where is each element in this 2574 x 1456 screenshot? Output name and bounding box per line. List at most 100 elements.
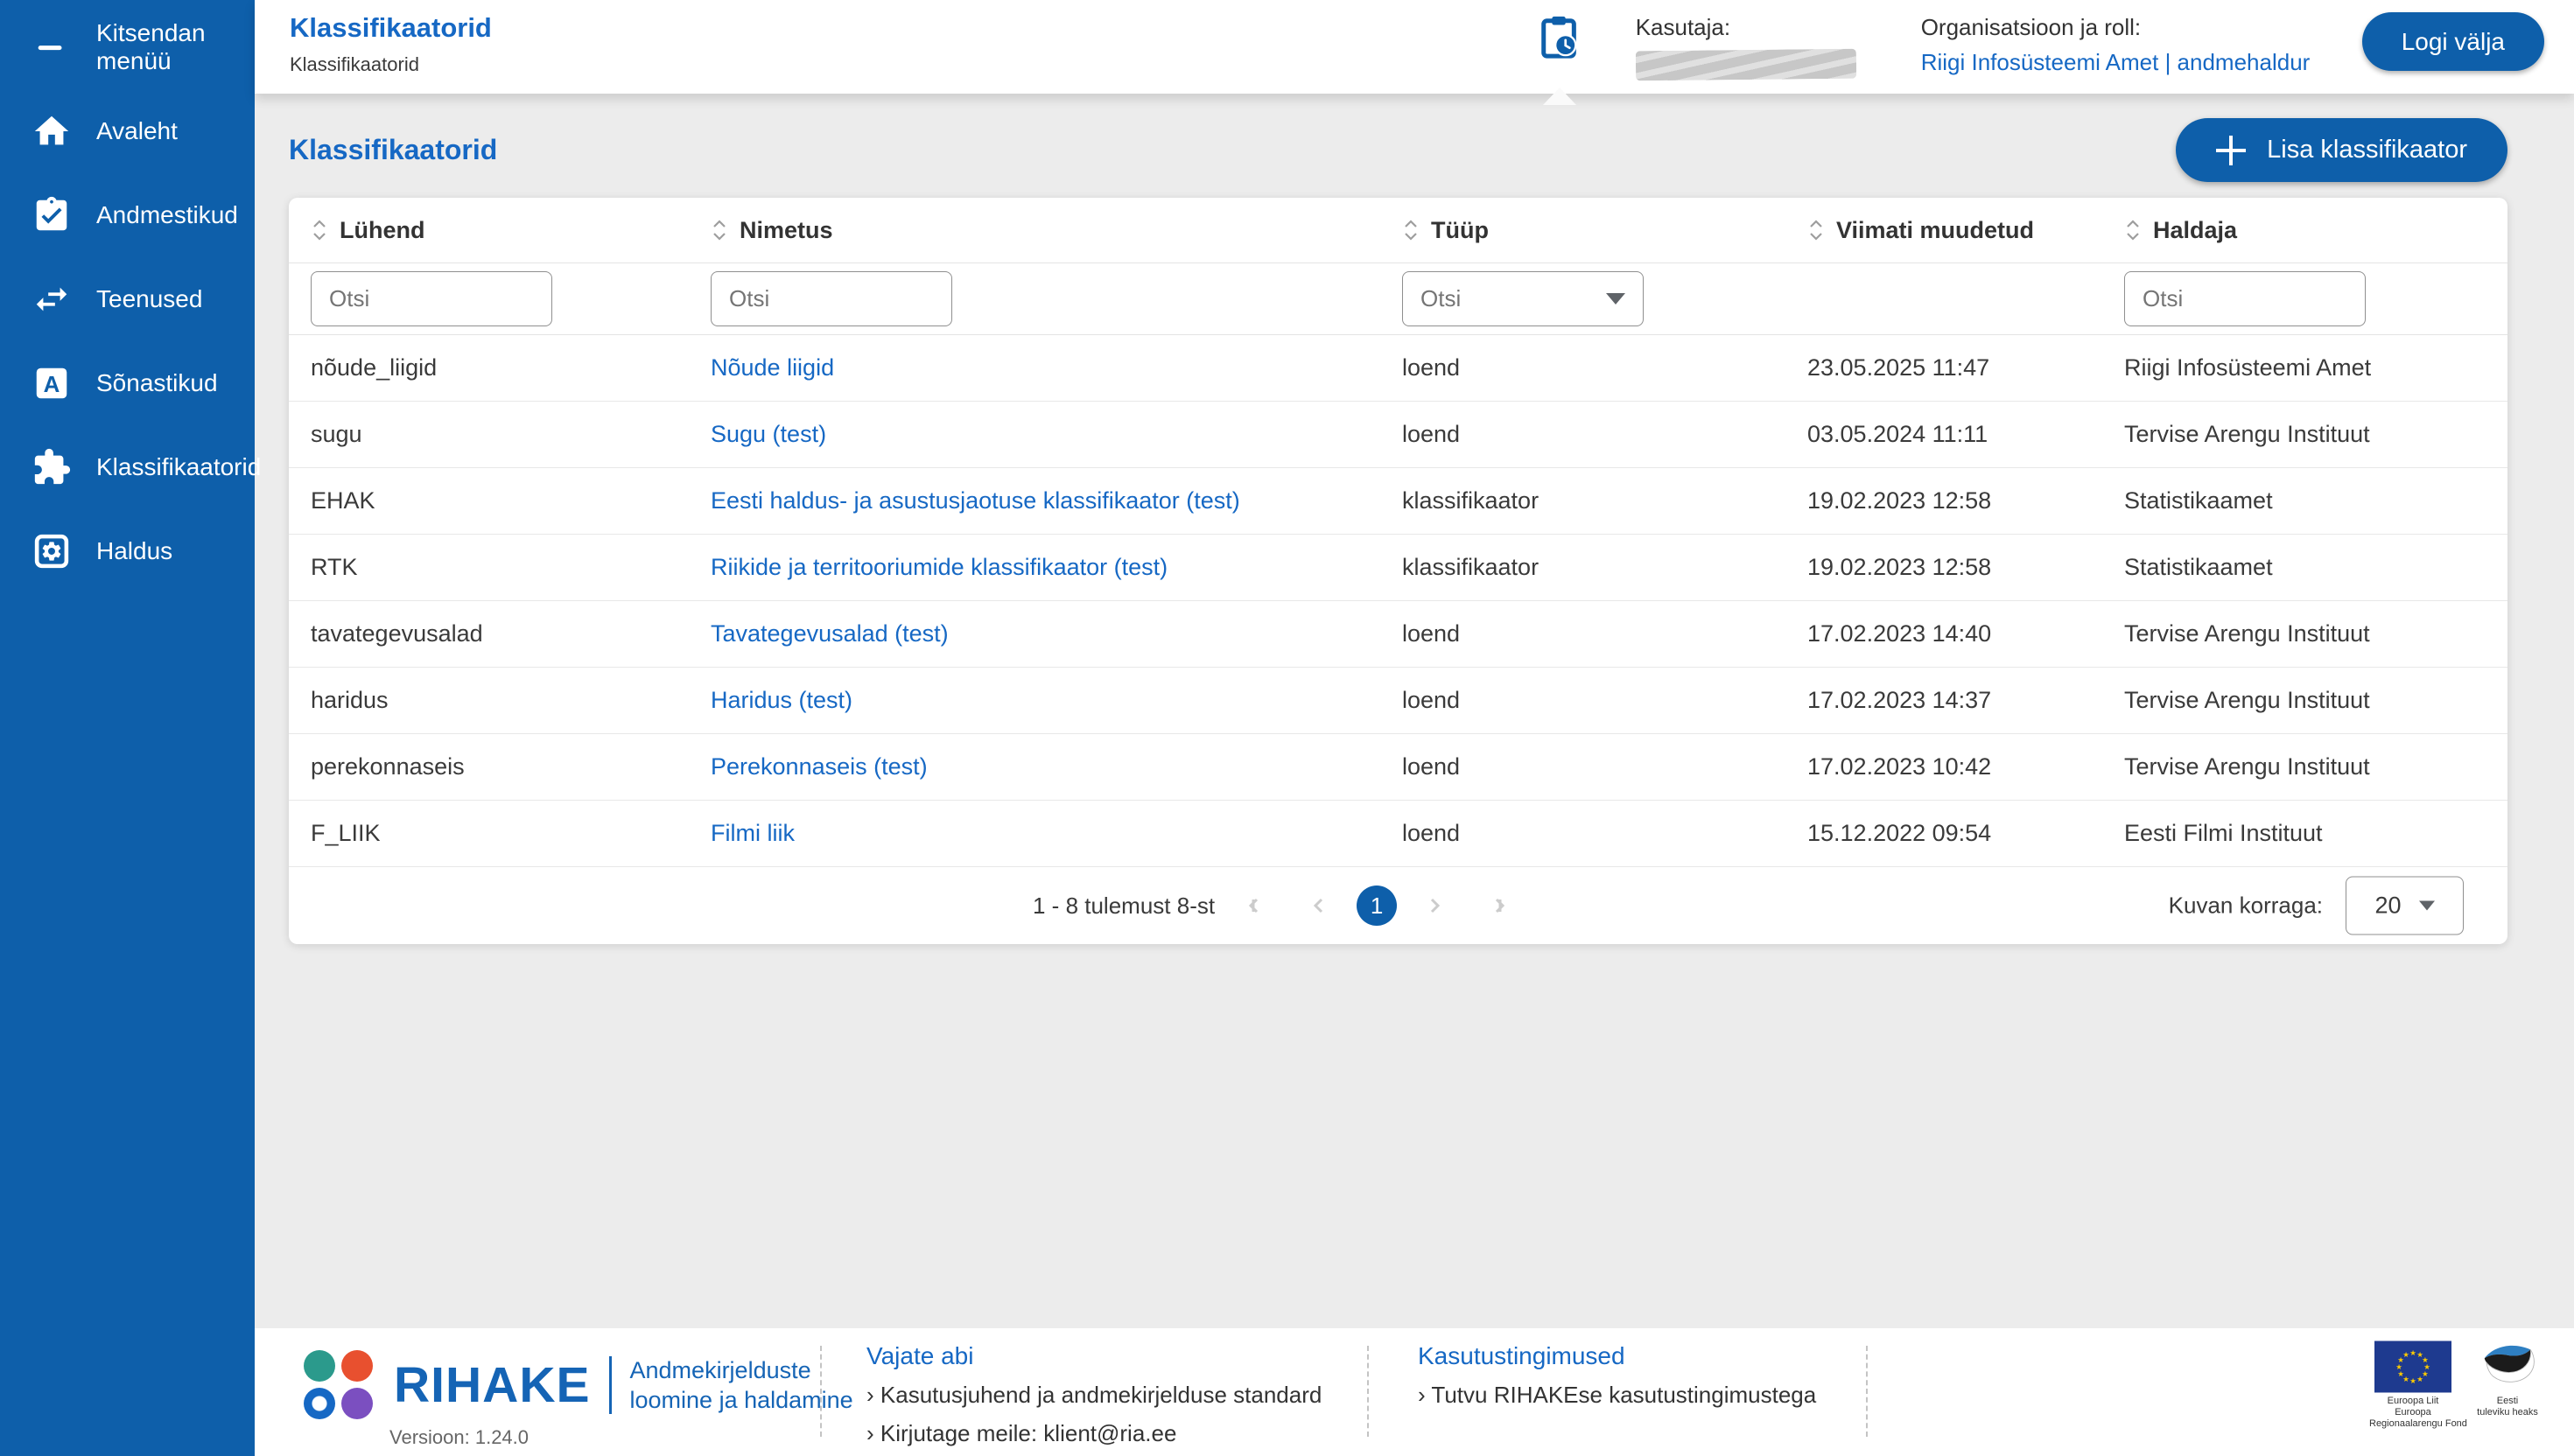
cell-tuup: loend [1402,421,1461,447]
footer-divider [820,1346,822,1437]
cell-muudetud: 03.05.2024 11:11 [1807,421,1988,447]
topbar: Klassifikaatorid Klassifikaatorid Kasuta… [255,0,2574,105]
prev-page-button[interactable] [1304,891,1334,920]
sort-icon [311,218,328,242]
sidebar-item-sonastikud[interactable]: A Sõnastikud [0,341,255,425]
clipboard-check-icon [32,195,72,235]
filter-input-haldaja[interactable] [2124,271,2366,326]
sort-icon [2124,218,2142,242]
classifier-link[interactable]: Eesti haldus- ja asustusjaotuse klassifi… [711,487,1402,514]
footer-help-heading[interactable]: Vajate abi [866,1342,1322,1370]
classifier-link[interactable]: Tavategevusalad (test) [711,620,1402,648]
table-row: tavategevusalad Tavategevusalad (test) l… [289,601,2507,668]
topbar-title-block: Klassifikaatorid Klassifikaatorid [290,12,492,76]
puzzle-icon [32,447,72,487]
per-page-control: Kuvan korraga: 20 [2169,876,2464,935]
classifier-link[interactable]: Riikide ja territooriumide klassifikaato… [711,554,1402,581]
per-page-value: 20 [2374,892,2402,919]
first-page-button[interactable] [1245,891,1274,920]
cell-tuup: loend [1402,820,1461,846]
table-row: EHAK Eesti haldus- ja asustusjaotuse kla… [289,468,2507,535]
cell-luhend: tavategevusalad [311,620,483,647]
sidebar-item-teenused[interactable]: Teenused [0,257,255,341]
sidebar-item-klassifikaatorid[interactable]: Klassifikaatorid [0,425,261,509]
content: Klassifikaatorid Lisa klassifikaator Lüh… [255,94,2574,1328]
sidebar-item-label: Haldus [96,537,173,564]
filter-input-luhend[interactable] [311,271,552,326]
sidebar-item-label: Sõnastikud [96,369,218,396]
sort-icon [711,218,728,242]
svg-text:★: ★ [2416,1375,2423,1383]
org-role-link[interactable]: Riigi Infosüsteemi Amet | andmehaldur [1921,49,2341,76]
column-header-viimati-muudetud[interactable]: Viimati muudetud [1807,217,2124,244]
footer-help-column: Vajate abi Kasutusjuhend ja andmekirjeld… [866,1342,1322,1447]
column-header-tuup[interactable]: Tüüp [1402,217,1807,244]
redacted-username [1635,48,1856,81]
footer-link-manual[interactable]: Kasutusjuhend ja andmekirjelduse standar… [866,1382,1322,1409]
collapse-icon [32,27,72,67]
cell-luhend: perekonnaseis [311,753,465,780]
sidebar-item-haldus[interactable]: Haldus [0,509,255,593]
table-row: sugu Sugu (test) loend 03.05.2024 11:11 … [289,402,2507,468]
eu-caption-line: Euroopa Liit [2387,1396,2439,1406]
column-header-nimetus[interactable]: Nimetus [711,217,1402,244]
footer-terms-heading[interactable]: Kasutustingimused [1418,1342,1816,1370]
rihake-logo: RIHAKE Andmekirjelduste loomine ja halda… [304,1350,853,1419]
add-classifier-button[interactable]: Lisa klassifikaator [2176,118,2507,182]
cell-tuup: loend [1402,687,1461,713]
classifier-link[interactable]: Perekonnaseis (test) [711,753,1402,780]
org-block: Organisatsioon ja roll: Riigi Infosüstee… [1921,14,2341,76]
classifier-link[interactable]: Sugu (test) [711,421,1402,448]
estonia-caption-line: Eesti [2496,1396,2519,1406]
table-footer: 1 - 8 tulemust 8-st 1 Kuvan korraga: 20 [289,867,2507,944]
footer: RIHAKE Andmekirjelduste loomine ja halda… [255,1328,2574,1456]
per-page-select[interactable]: 20 [2346,876,2464,935]
footer-divider [1866,1346,1868,1437]
footer-link-terms[interactable]: Tutvu RIHAKEse kasutustingimustega [1418,1382,1816,1409]
column-header-haldaja[interactable]: Haldaja [2124,217,2486,244]
cell-muudetud: 17.02.2023 14:40 [1807,620,1992,647]
classifier-link[interactable]: Nõude liigid [711,354,1402,382]
svg-text:★: ★ [2409,1348,2416,1357]
estonia-caption-line: tuleviku heaks [2477,1407,2538,1418]
cell-muudetud: 17.02.2023 14:37 [1807,687,1992,713]
last-page-button[interactable] [1479,891,1509,920]
version-text: Versioon: 1.24.0 [389,1426,530,1448]
cell-luhend: nõude_liigid [311,354,438,381]
cell-luhend: haridus [311,687,389,713]
cell-muudetud: 19.02.2023 12:58 [1807,487,1992,514]
classifier-link[interactable]: Filmi liik [711,820,1402,847]
sidebar-item-label: Avaleht [96,117,178,144]
estonia-logo: Eesti tuleviku heaks [2459,1339,2556,1418]
table-row: haridus Haridus (test) loend 17.02.2023 … [289,668,2507,734]
sidebar-item-avaleht[interactable]: Avaleht [0,89,255,173]
eu-flag-logo: ★ ★ ★ ★ ★ ★ ★ ★ ★ ★ ★ ★ Euroopa Liit Eur… [2369,1340,2467,1430]
main-area: Klassifikaatorid Klassifikaatorid Kasuta… [255,0,2574,1456]
table-row: RTK Riikide ja territooriumide klassifik… [289,535,2507,601]
cell-muudetud: 15.12.2022 09:54 [1807,820,1992,846]
clipboard-clock-icon[interactable] [1538,12,1583,105]
filter-input-nimetus[interactable] [711,271,952,326]
classifier-table-card: Lühend Nimetus Tüüp Viimati muudetud Hal… [289,198,2507,944]
current-page-indicator[interactable]: 1 [1357,886,1398,926]
table-filter-row: Otsi [289,263,2507,335]
page-title: Klassifikaatorid [289,134,498,165]
home-icon [32,111,72,151]
org-label: Organisatsioon ja roll: [1920,14,2142,40]
sidebar-item-label: Andmestikud [96,201,238,228]
next-page-button[interactable] [1420,891,1449,920]
sidebar-item-collapse-menu[interactable]: Kitsendan menüü [0,5,255,89]
cell-haldaja: Statistikaamet [2124,487,2273,514]
brand-name: RIHAKE [394,1356,591,1413]
logout-button[interactable]: Logi välja [2361,12,2544,71]
sidebar-item-andmestikud[interactable]: Andmestikud [0,173,255,257]
table-row: perekonnaseis Perekonnaseis (test) loend… [289,734,2507,801]
cell-tuup: klassifikaator [1402,554,1539,580]
cell-luhend: sugu [311,421,362,447]
classifier-link[interactable]: Haridus (test) [711,687,1402,714]
footer-link-contact[interactable]: Kirjutage meile: klient@ria.ee [866,1420,1322,1447]
column-label: Nimetus [740,216,833,243]
svg-text:A: A [44,373,60,397]
column-header-luhend[interactable]: Lühend [311,217,711,244]
filter-select-tuup[interactable]: Otsi [1402,271,1644,326]
